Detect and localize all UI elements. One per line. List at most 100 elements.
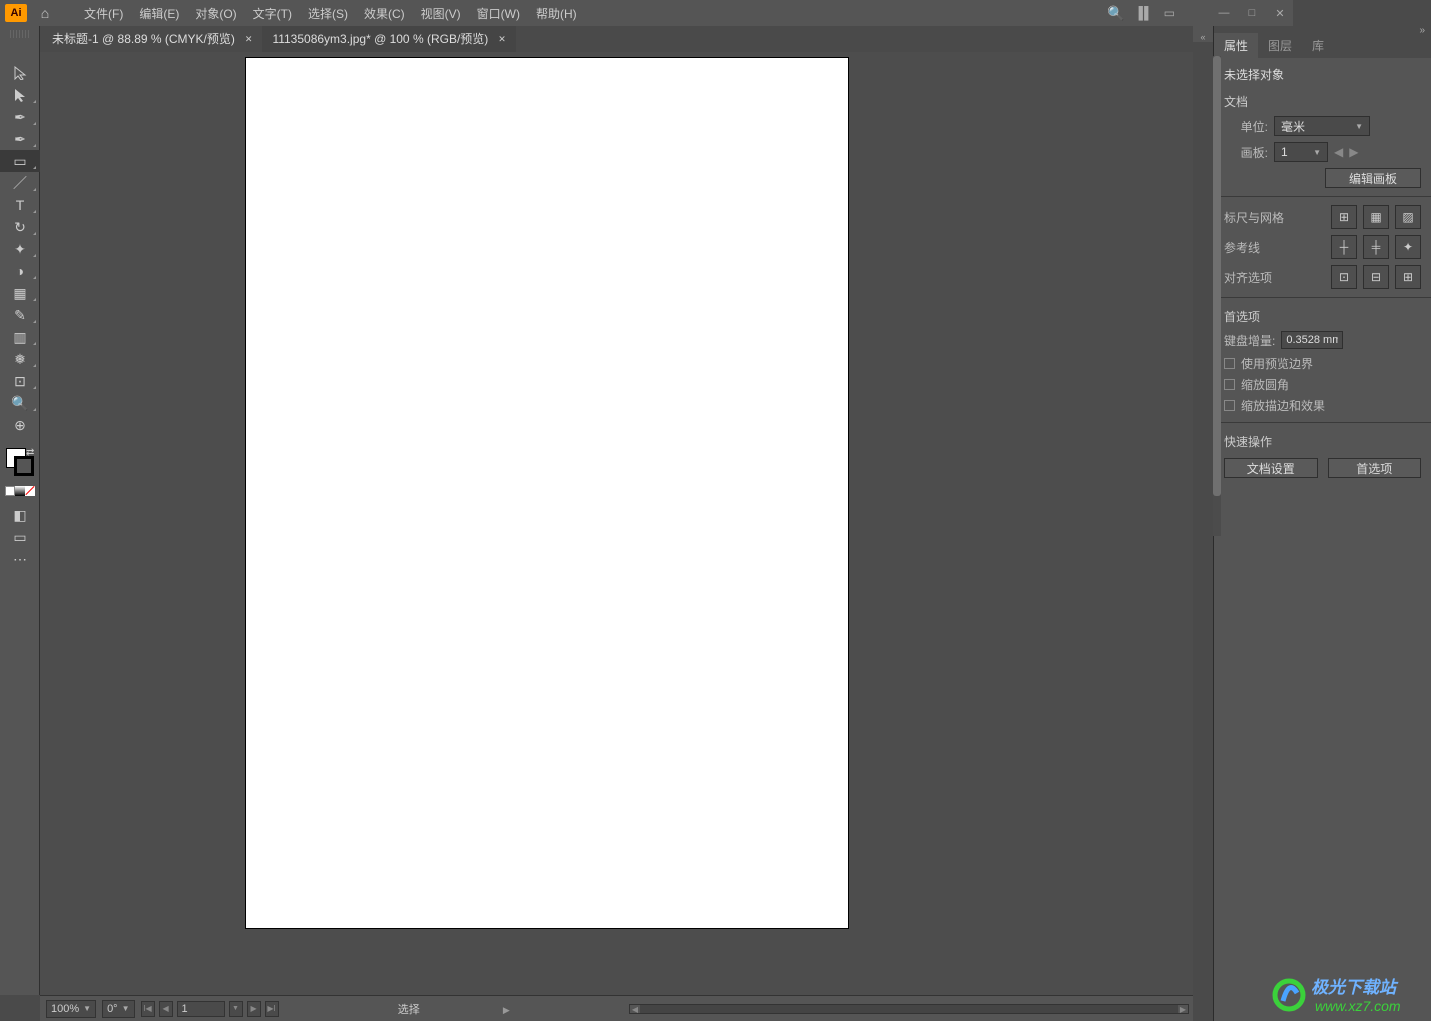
artboard-prev-nav-icon[interactable]: ◀ bbox=[159, 1001, 173, 1017]
menu-view[interactable]: 视图(V) bbox=[413, 5, 469, 22]
pen-tool[interactable]: ✒ bbox=[0, 106, 40, 128]
rectangle-tool[interactable]: ▭ bbox=[0, 150, 40, 172]
panel-tab-properties[interactable]: 属性 bbox=[1214, 33, 1258, 58]
keyboard-increment-input[interactable] bbox=[1281, 331, 1343, 349]
artboard-first-icon[interactable]: I◀ bbox=[141, 1001, 155, 1017]
panel-tab-libraries[interactable]: 库 bbox=[1302, 33, 1334, 58]
artboard-dropdown-icon[interactable]: ▼ bbox=[229, 1001, 243, 1017]
menu-file[interactable]: 文件(F) bbox=[76, 5, 131, 22]
menu-help[interactable]: 帮助(H) bbox=[528, 5, 585, 22]
snap-pixel-icon[interactable]: ⊡ bbox=[1331, 265, 1357, 289]
hscroll-left-icon[interactable]: ◀ bbox=[630, 1005, 640, 1013]
unit-label: 单位: bbox=[1224, 118, 1268, 135]
menu-effect[interactable]: 效果(C) bbox=[356, 5, 413, 22]
curvature-tool[interactable]: ✒ bbox=[0, 128, 40, 150]
selection-tool[interactable] bbox=[0, 62, 40, 84]
quick-actions-title: 快速操作 bbox=[1224, 433, 1421, 450]
doc-tab-2[interactable]: 11135086ym3.jpg* @ 100 % (RGB/预览) ✕ bbox=[262, 26, 515, 52]
unit-value: 毫米 bbox=[1281, 118, 1305, 135]
grid-icon[interactable]: ▦ bbox=[1363, 205, 1389, 229]
scale-corners-checkbox[interactable]: 缩放圆角 bbox=[1224, 376, 1421, 393]
search-icon[interactable]: 🔍 bbox=[1107, 5, 1124, 22]
home-icon[interactable]: ⌂ bbox=[32, 5, 58, 21]
screen-mode-tool[interactable]: ▭ bbox=[0, 526, 40, 548]
artboard-value: 1 bbox=[1281, 145, 1288, 159]
smart-guides-icon[interactable]: ✦ bbox=[1395, 235, 1421, 259]
menu-select[interactable]: 选择(S) bbox=[300, 5, 356, 22]
shaper-tool[interactable]: ✦ bbox=[0, 238, 40, 260]
hand-tool[interactable]: ⊕ bbox=[0, 414, 40, 436]
snap-point-icon[interactable]: ⊟ bbox=[1363, 265, 1389, 289]
close-icon[interactable]: ✕ bbox=[1273, 7, 1287, 20]
menu-edit[interactable]: 编辑(E) bbox=[131, 5, 187, 22]
status-menu-icon[interactable]: ▶ bbox=[503, 1005, 510, 1015]
shape-builder-tool[interactable]: ▦ bbox=[0, 282, 40, 304]
doc-tab-2-close-icon[interactable]: ✕ bbox=[498, 26, 506, 52]
artboard-last-icon[interactable]: ▶I bbox=[265, 1001, 279, 1017]
draw-mode-tool[interactable]: ◧ bbox=[0, 504, 40, 526]
transparency-grid-icon[interactable]: ▨ bbox=[1395, 205, 1421, 229]
hscroll-right-icon[interactable]: ▶ bbox=[1178, 1005, 1188, 1013]
guides-label: 参考线 bbox=[1224, 239, 1325, 256]
scale-corners-label: 缩放圆角 bbox=[1241, 376, 1289, 393]
doc-tab-1-close-icon[interactable]: ✕ bbox=[245, 26, 253, 52]
panel-scrollbar[interactable] bbox=[1213, 56, 1221, 536]
no-selection-text: 未选择对象 bbox=[1224, 66, 1421, 83]
menubar: 文件(F) 编辑(E) 对象(O) 文字(T) 选择(S) 效果(C) 视图(V… bbox=[76, 5, 585, 22]
type-tool[interactable]: T bbox=[0, 194, 40, 216]
rotate-tool[interactable]: ↻ bbox=[0, 216, 40, 238]
zoom-value: 100% bbox=[51, 1003, 79, 1015]
symbol-tool[interactable]: ❅ bbox=[0, 348, 40, 370]
ruler-icon[interactable]: ⊞ bbox=[1331, 205, 1357, 229]
canvas-area[interactable] bbox=[40, 52, 1193, 995]
menu-object[interactable]: 对象(O) bbox=[187, 5, 244, 22]
panel-scrollbar-thumb[interactable] bbox=[1213, 56, 1221, 496]
fill-stroke-swatch[interactable]: ⇄ bbox=[0, 446, 40, 482]
panel-menu-icon[interactable]: » bbox=[1419, 25, 1425, 36]
panel-tab-layers[interactable]: 图层 bbox=[1258, 33, 1302, 58]
horizontal-scrollbar[interactable]: ◀ ▶ bbox=[629, 1004, 1189, 1014]
status-bar: 100%▼ 0°▼ I◀ ◀ 1 ▼ ▶ ▶I 选择 ▶ ◀ ▶ bbox=[40, 995, 1193, 1021]
menu-text[interactable]: 文字(T) bbox=[245, 5, 300, 22]
artboard-prev-icon[interactable]: ◀ bbox=[1334, 145, 1343, 159]
rotate-select[interactable]: 0°▼ bbox=[102, 1000, 134, 1018]
doc-tab-2-label: 11135086ym3.jpg* @ 100 % (RGB/预览) bbox=[272, 26, 488, 52]
guides-lock-icon[interactable]: ╪ bbox=[1363, 235, 1389, 259]
edit-artboard-button[interactable]: 编辑画板 bbox=[1325, 168, 1421, 188]
artboard-current[interactable]: 1 bbox=[177, 1001, 225, 1017]
guides-show-icon[interactable]: ┼ bbox=[1331, 235, 1357, 259]
gradient-tool[interactable]: ▥ bbox=[0, 326, 40, 348]
brush-tool[interactable]: ／ bbox=[0, 172, 40, 194]
eyedropper-tool[interactable]: ✎ bbox=[0, 304, 40, 326]
minimize-icon[interactable]: — bbox=[1217, 7, 1231, 19]
swap-fill-stroke-icon[interactable]: ⇄ bbox=[26, 447, 34, 458]
workspace-icon[interactable]: ▭ bbox=[1164, 6, 1175, 20]
arrange-icon[interactable]: ▌▌ bbox=[1139, 6, 1150, 20]
edit-toolbar[interactable]: ⋯ bbox=[0, 548, 40, 570]
unit-select[interactable]: 毫米▼ bbox=[1274, 116, 1370, 136]
toolbox: ✒ ✒ ▭ ／ T ↻ ✦ ◑ ▦ ✎ ▥ ❅ ⊡ 🔍 ⊕ ⇄ ◧ ▭ ⋯ bbox=[0, 26, 40, 995]
direct-selection-tool[interactable] bbox=[0, 84, 40, 106]
artboard[interactable] bbox=[246, 58, 848, 928]
panel-dock-toggle[interactable]: « bbox=[1193, 26, 1213, 42]
doc-tab-1[interactable]: 未标题-1 @ 88.89 % (CMYK/预览) ✕ bbox=[42, 26, 262, 52]
zoom-select[interactable]: 100%▼ bbox=[46, 1000, 96, 1018]
width-tool[interactable]: ◑ bbox=[0, 260, 40, 282]
artboard-next-nav-icon[interactable]: ▶ bbox=[247, 1001, 261, 1017]
toolbox-grip[interactable] bbox=[10, 30, 29, 38]
snap-grid-icon[interactable]: ⊞ bbox=[1395, 265, 1421, 289]
document-setup-button[interactable]: 文档设置 bbox=[1224, 458, 1318, 478]
keyboard-increment-label: 键盘增量: bbox=[1224, 332, 1275, 349]
preferences-button[interactable]: 首选项 bbox=[1328, 458, 1422, 478]
use-preview-bounds-checkbox[interactable]: 使用预览边界 bbox=[1224, 355, 1421, 372]
artboard-tool[interactable]: ⊡ bbox=[0, 370, 40, 392]
scale-strokes-checkbox[interactable]: 缩放描边和效果 bbox=[1224, 397, 1421, 414]
menu-window[interactable]: 窗口(W) bbox=[469, 5, 528, 22]
stroke-swatch[interactable] bbox=[14, 456, 34, 476]
maximize-icon[interactable]: □ bbox=[1245, 7, 1259, 19]
artboard-nav: I◀ ◀ 1 ▼ ▶ ▶I bbox=[141, 1001, 279, 1017]
artboard-next-icon[interactable]: ▶ bbox=[1349, 145, 1358, 159]
zoom-tool[interactable]: 🔍 bbox=[0, 392, 40, 414]
artboard-select[interactable]: 1▼ bbox=[1274, 142, 1328, 162]
color-mode-strip[interactable] bbox=[0, 486, 39, 498]
